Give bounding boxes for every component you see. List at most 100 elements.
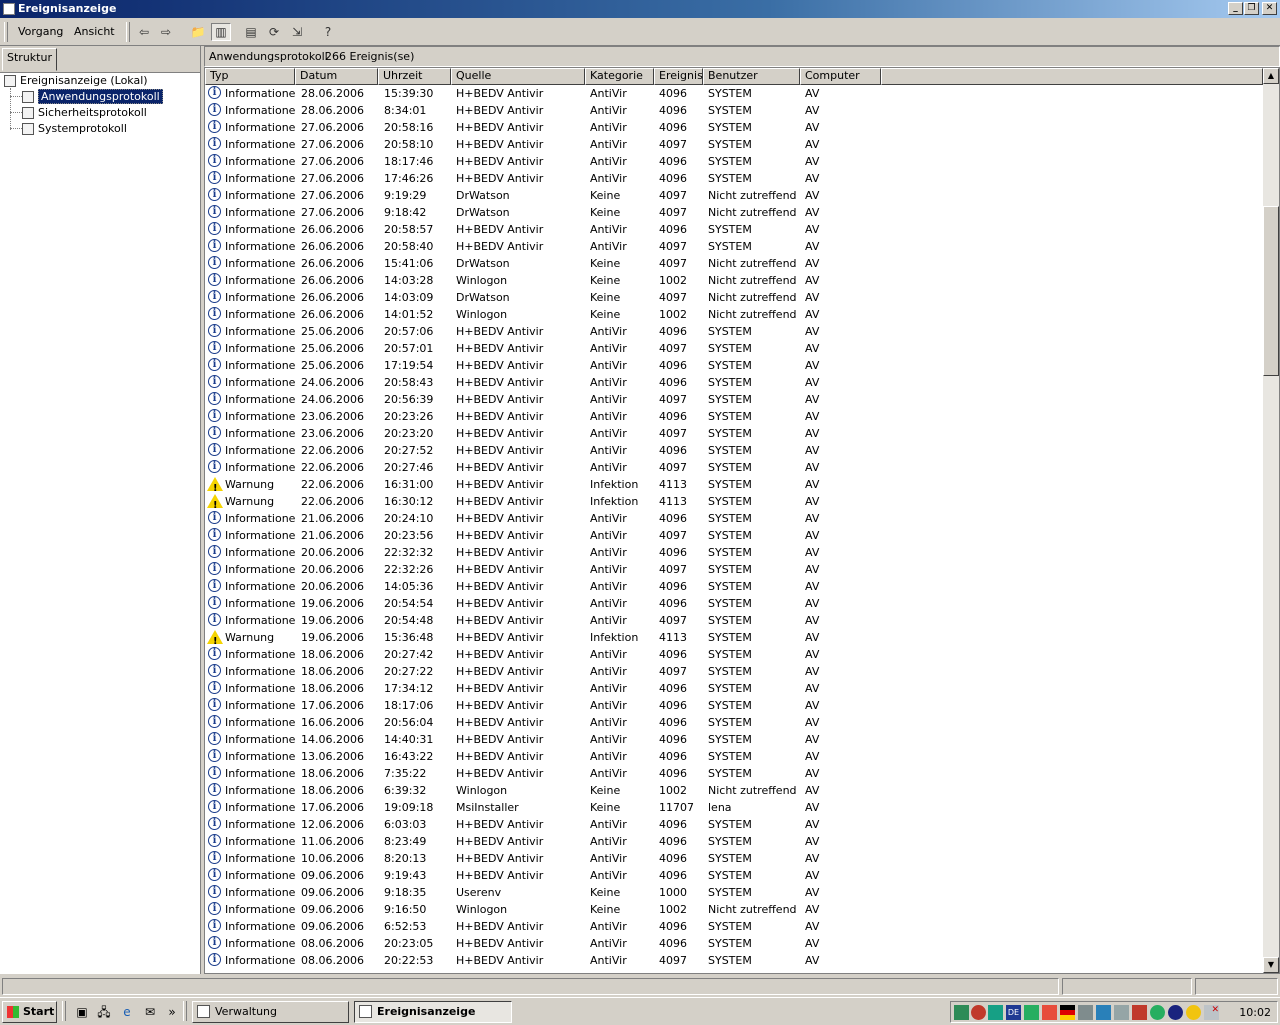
menu-ansicht[interactable]: Ansicht xyxy=(74,25,115,38)
tray-network-disconnected-icon[interactable]: ✕ xyxy=(1204,1005,1219,1020)
export-list-icon[interactable]: ⇲ xyxy=(287,23,307,41)
table-row[interactable]: ! Warnung 22.06.2006 16:31:00 H+BEDV Antivir… xyxy=(205,476,1263,494)
table-row[interactable]: i Informationen 24.06.2006 20:58:43 H+BEDV A… xyxy=(205,374,1263,391)
tray-network-icon[interactable] xyxy=(988,1005,1003,1020)
table-row[interactable]: i Informationen 25.06.2006 17:19:54 H+BEDV A… xyxy=(205,357,1263,374)
table-row[interactable]: i Informationen 19.06.2006 20:54:48 H+BEDV A… xyxy=(205,612,1263,629)
scroll-down-button[interactable]: ▼ xyxy=(1263,957,1279,973)
table-row[interactable]: i Informationen 26.06.2006 20:58:57 H+BEDV A… xyxy=(205,221,1263,238)
tray-app-icon[interactable] xyxy=(1114,1005,1129,1020)
table-row[interactable]: i Informationen 26.06.2006 14:03:09 DrWatson… xyxy=(205,289,1263,306)
tray-antivir-icon[interactable] xyxy=(971,1005,986,1020)
column-header-uhrzeit[interactable]: Uhrzeit xyxy=(378,68,451,85)
up-folder-icon[interactable]: 📁 xyxy=(188,23,208,41)
quicklaunch-overflow-icon[interactable]: » xyxy=(164,1004,180,1020)
table-row[interactable]: i Informationen 10.06.2006 8:20:13 H+BEDV An… xyxy=(205,850,1263,867)
forward-arrow-icon[interactable]: ⇨ xyxy=(156,23,176,41)
back-arrow-icon[interactable]: ⇦ xyxy=(134,23,154,41)
tree-item-systemprotokoll[interactable]: Systemprotokoll xyxy=(22,122,127,136)
tray-app-icon[interactable] xyxy=(1168,1005,1183,1020)
table-row[interactable]: i Informationen 18.06.2006 20:27:42 H+BEDV A… xyxy=(205,646,1263,663)
table-row[interactable]: i Informationen 20.06.2006 22:32:26 H+BEDV A… xyxy=(205,561,1263,578)
table-row[interactable]: i Informationen 16.06.2006 20:56:04 H+BEDV A… xyxy=(205,714,1263,731)
table-row[interactable]: i Informationen 09.06.2006 9:19:43 H+BEDV An… xyxy=(205,867,1263,884)
show-hide-tree-icon[interactable]: ▥ xyxy=(211,23,231,41)
toolbar-grip[interactable] xyxy=(126,22,130,42)
taskbar-grip[interactable] xyxy=(183,1001,187,1021)
tray-app-icon[interactable] xyxy=(1132,1005,1147,1020)
table-row[interactable]: i Informationen 26.06.2006 15:41:06 DrWatson… xyxy=(205,255,1263,272)
column-header-ereignis[interactable]: Ereignis xyxy=(654,68,703,85)
help-icon[interactable]: ? xyxy=(318,23,338,41)
table-row[interactable]: i Informationen 18.06.2006 6:39:32 Winlogon K… xyxy=(205,782,1263,799)
table-row[interactable]: i Informationen 27.06.2006 18:17:46 H+BEDV A… xyxy=(205,153,1263,170)
table-row[interactable]: i Informationen 26.06.2006 14:03:28 Winlogon… xyxy=(205,272,1263,289)
network-icon[interactable]: 🖧 xyxy=(96,1004,112,1020)
tray-app-icon[interactable] xyxy=(1042,1005,1057,1020)
table-row[interactable]: i Informationen 27.06.2006 9:19:29 DrWatson K… xyxy=(205,187,1263,204)
table-row[interactable]: i Informationen 25.06.2006 20:57:06 H+BEDV A… xyxy=(205,323,1263,340)
outlook-icon[interactable]: ✉ xyxy=(142,1004,158,1020)
show-desktop-icon[interactable]: ▣ xyxy=(74,1004,90,1020)
task-ereignisanzeige[interactable]: Ereignisanzeige xyxy=(354,1001,512,1023)
table-row[interactable]: i Informationen 27.06.2006 9:18:42 DrWatson K… xyxy=(205,204,1263,221)
app-icon[interactable] xyxy=(3,3,15,15)
table-row[interactable]: i Informationen 12.06.2006 6:03:03 H+BEDV An… xyxy=(205,816,1263,833)
table-row[interactable]: i Informationen 25.06.2006 20:57:01 H+BEDV A… xyxy=(205,340,1263,357)
title-bar[interactable]: Ereignisanzeige _ ❐ ✕ xyxy=(0,0,1280,18)
table-row[interactable]: i Informationen 21.06.2006 20:23:56 H+BEDV A… xyxy=(205,527,1263,544)
column-header-quelle[interactable]: Quelle xyxy=(451,68,585,85)
tree-item-sicherheitsprotokoll[interactable]: Sicherheitsprotokoll xyxy=(22,106,147,120)
table-row[interactable]: i Informationen 13.06.2006 16:43:22 H+BEDV A… xyxy=(205,748,1263,765)
table-row[interactable]: i Informationen 22.06.2006 20:27:52 H+BEDV A… xyxy=(205,442,1263,459)
table-row[interactable]: i Informationen 23.06.2006 20:23:26 H+BEDV A… xyxy=(205,408,1263,425)
taskbar-grip[interactable] xyxy=(62,1001,66,1021)
table-row[interactable]: i Informationen 24.06.2006 20:56:39 H+BEDV A… xyxy=(205,391,1263,408)
table-row[interactable]: i Informationen 17.06.2006 18:17:06 H+BEDV A… xyxy=(205,697,1263,714)
tray-language-icon[interactable]: DE xyxy=(1006,1005,1021,1020)
internet-explorer-icon[interactable]: e xyxy=(119,1004,135,1020)
table-row[interactable]: i Informationen 22.06.2006 20:27:46 H+BEDV A… xyxy=(205,459,1263,476)
tray-sync-icon[interactable] xyxy=(954,1005,969,1020)
table-row[interactable]: i Informationen 27.06.2006 20:58:16 H+BEDV A… xyxy=(205,119,1263,136)
table-row[interactable]: i Informationen 09.06.2006 9:16:50 Winlogon K… xyxy=(205,901,1263,918)
table-row[interactable]: i Informationen 09.06.2006 9:18:35 Userenv Ke… xyxy=(205,884,1263,901)
tray-app-icon[interactable] xyxy=(1150,1005,1165,1020)
table-row[interactable]: ! Warnung 19.06.2006 15:36:48 H+BEDV Antivir… xyxy=(205,629,1263,647)
table-row[interactable]: i Informationen 14.06.2006 14:40:31 H+BEDV A… xyxy=(205,731,1263,748)
task-verwaltung[interactable]: Verwaltung xyxy=(192,1001,349,1023)
start-button[interactable]: Start xyxy=(2,1001,57,1023)
table-row[interactable]: i Informationen 09.06.2006 6:52:53 H+BEDV An… xyxy=(205,918,1263,935)
table-row[interactable]: i Informationen 08.06.2006 20:23:05 H+BEDV A… xyxy=(205,935,1263,952)
column-header-benutzer[interactable]: Benutzer xyxy=(703,68,800,85)
table-row[interactable]: i Informationen 11.06.2006 8:23:49 H+BEDV An… xyxy=(205,833,1263,850)
properties-icon[interactable]: ▤ xyxy=(241,23,261,41)
scroll-thumb[interactable] xyxy=(1263,206,1279,376)
column-header-typ[interactable]: Typ xyxy=(205,68,295,85)
tree-root-item[interactable]: Ereignisanzeige (Lokal) xyxy=(4,74,148,88)
menu-vorgang[interactable]: Vorgang xyxy=(18,25,63,38)
minimize-button[interactable]: _ xyxy=(1228,2,1243,15)
event-list[interactable]: Typ Datum Uhrzeit Quelle Kategorie Ereig… xyxy=(204,67,1280,974)
table-row[interactable]: i Informationen 20.06.2006 14:05:36 H+BEDV A… xyxy=(205,578,1263,595)
table-row[interactable]: i Informationen 19.06.2006 20:54:54 H+BEDV A… xyxy=(205,595,1263,612)
table-row[interactable]: i Informationen 27.06.2006 20:58:10 H+BEDV A… xyxy=(205,136,1263,153)
table-row[interactable]: i Informationen 17.06.2006 19:09:18 MsiInsta… xyxy=(205,799,1263,816)
column-header-datum[interactable]: Datum xyxy=(295,68,378,85)
table-row[interactable]: ! Warnung 22.06.2006 16:30:12 H+BEDV Antivir… xyxy=(205,493,1263,511)
table-row[interactable]: i Informationen 08.06.2006 20:22:53 H+BEDV A… xyxy=(205,952,1263,969)
menu-grip[interactable] xyxy=(4,22,8,42)
scroll-up-button[interactable]: ▲ xyxy=(1263,68,1279,84)
table-row[interactable]: i Informationen 28.06.2006 15:39:30 H+BEDV A… xyxy=(205,85,1263,102)
table-row[interactable]: i Informationen 26.06.2006 20:58:40 H+BEDV A… xyxy=(205,238,1263,255)
restore-button[interactable]: ❐ xyxy=(1244,2,1259,15)
clock[interactable]: 10:02 xyxy=(1239,1006,1271,1019)
table-row[interactable]: i Informationen 18.06.2006 7:35:22 H+BEDV An… xyxy=(205,765,1263,782)
table-row[interactable]: i Informationen 18.06.2006 17:34:12 H+BEDV A… xyxy=(205,680,1263,697)
table-row[interactable]: i Informationen 23.06.2006 20:23:20 H+BEDV A… xyxy=(205,425,1263,442)
tray-app-icon[interactable] xyxy=(1024,1005,1039,1020)
column-header-kategorie[interactable]: Kategorie xyxy=(585,68,654,85)
tree-item-anwendungsprotokoll[interactable]: Anwendungsprotokoll xyxy=(22,89,163,104)
close-button[interactable]: ✕ xyxy=(1262,2,1277,15)
table-row[interactable]: i Informationen 20.06.2006 22:32:32 H+BEDV A… xyxy=(205,544,1263,561)
